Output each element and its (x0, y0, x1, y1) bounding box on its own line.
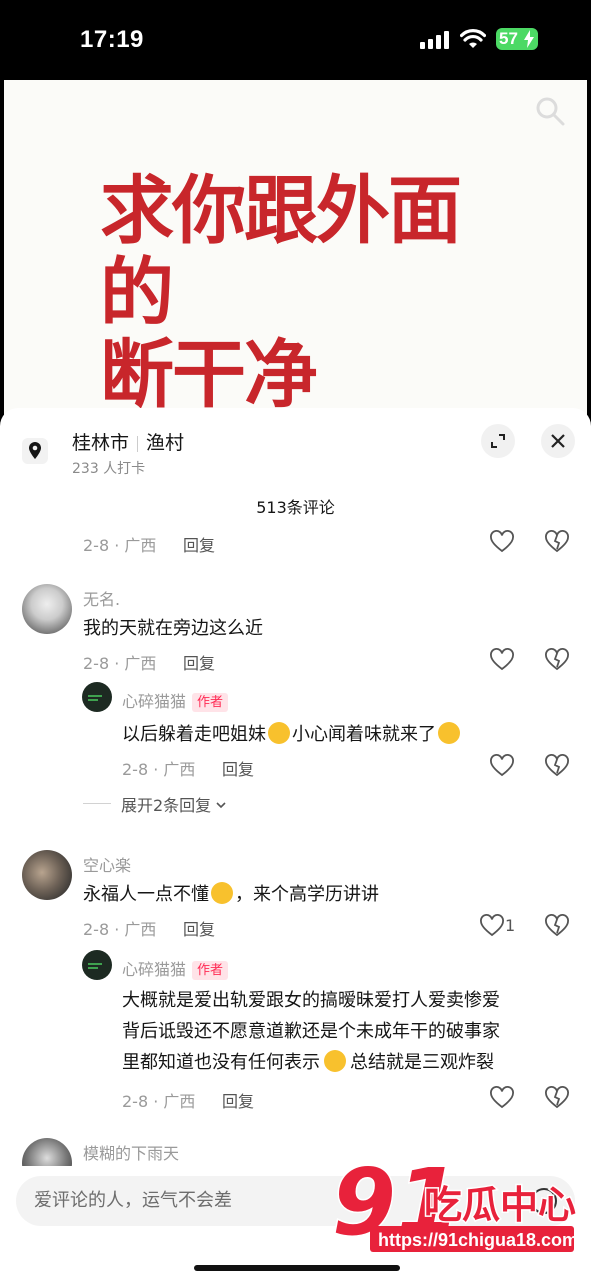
video-caption-line: 求你跟外面的 (100, 168, 462, 336)
heart-icon[interactable] (489, 1086, 515, 1110)
commenter-name[interactable]: 空心楽 (83, 852, 131, 876)
comment-text-part: 总结就是三观炸裂 (350, 1052, 494, 1073)
status-time: 17:19 (80, 26, 144, 53)
like-count: 1 (505, 916, 516, 935)
comment-text-part: 小心闻着味就来了 (292, 724, 436, 745)
divider (83, 803, 111, 804)
divider (137, 435, 139, 452)
grimacing-emoji-icon (211, 882, 233, 904)
rofl-emoji-icon (324, 1050, 346, 1072)
heart-icon[interactable] (479, 914, 505, 938)
video-caption: 求你跟外面的 断干净 (100, 170, 520, 416)
avatar[interactable] (22, 850, 72, 900)
battery-level: 57 (499, 29, 518, 48)
heart-icon[interactable] (489, 648, 515, 672)
expand-replies-label: 展开2条回复 (121, 796, 212, 815)
comment-text-part: 永福人一点不懂 (83, 884, 209, 905)
avatar[interactable] (22, 584, 72, 634)
comment-meta: 2-8 · 广西 (122, 1092, 196, 1111)
search-icon[interactable] (535, 96, 565, 126)
commenter-name[interactable]: 心碎猫猫 作者 (122, 688, 229, 712)
expand-button[interactable] (481, 424, 515, 458)
broken-heart-icon[interactable] (544, 914, 570, 938)
commenter-name[interactable]: 无名. (83, 586, 120, 610)
avatar[interactable] (82, 682, 112, 712)
expand-icon (491, 434, 505, 448)
close-icon (551, 434, 565, 448)
video-caption-line: 断干净 (100, 332, 318, 418)
wifi-icon (460, 29, 486, 48)
reply-button[interactable]: 回复 (183, 916, 215, 940)
close-button[interactable] (541, 424, 575, 458)
author-badge: 作者 (192, 961, 229, 980)
broken-heart-icon[interactable] (544, 530, 570, 554)
location-title[interactable]: 桂林市 渔村 (72, 428, 184, 455)
heart-icon[interactable] (489, 754, 515, 778)
fearful-face-emoji-icon (438, 722, 460, 744)
reply-button[interactable]: 回复 (222, 756, 254, 780)
comment-meta: 2-8 · 广西 (122, 760, 196, 779)
comment-text-line: 大概就是爱出轨爱跟女的搞暧昧爱打人爱卖惨爱 (122, 990, 500, 1011)
author-name: 心碎猫猫 (122, 960, 187, 979)
comment-meta: 2-8 · 广西 (83, 654, 157, 673)
broken-heart-icon[interactable] (544, 648, 570, 672)
comment-text[interactable]: 永福人一点不懂 ，来个高学历讲讲 (83, 879, 379, 910)
heart-icon[interactable] (489, 530, 515, 554)
location-checkins: 233 人打卡 (72, 461, 146, 477)
comment-text-line: 里都知道也没有任何表示 总结就是三观炸裂 (122, 1047, 500, 1078)
signal-icon (420, 31, 450, 49)
comment-count: 513条评论 (256, 498, 335, 517)
avatar[interactable] (22, 1138, 72, 1166)
author-name: 心碎猫猫 (122, 692, 187, 711)
comment-text-part: ，来个高学历讲讲 (235, 884, 379, 905)
comment-text-part: 里都知道也没有任何表示 (122, 1052, 320, 1073)
status-bar: 17:19 57 (0, 0, 591, 80)
comment-meta: 2-8 · 广西 (83, 536, 157, 555)
commenter-name[interactable]: 心碎猫猫 作者 (122, 956, 229, 980)
home-indicator (194, 1265, 400, 1271)
reply-button[interactable]: 回复 (183, 532, 215, 556)
location-pin-icon[interactable] (22, 438, 48, 464)
comment-text[interactable]: 大概就是爱出轨爱跟女的搞暧昧爱打人爱卖惨爱 背后诋毁还不愿意道歉还是个未成年干的… (122, 985, 500, 1078)
video-player[interactable]: 求你跟外面的 断干净 (4, 80, 587, 420)
watermark-brand: 吃瓜中心 (424, 1183, 576, 1227)
reply-button[interactable]: 回复 (183, 650, 215, 674)
watermark-url: https://91chigua18.com (378, 1230, 578, 1250)
chevron-down-icon (216, 802, 226, 809)
commenter-name[interactable]: 模糊的下雨天 (83, 1140, 179, 1164)
charging-bolt-icon (524, 30, 534, 48)
author-badge: 作者 (192, 693, 229, 712)
comment-text-line: 背后诋毁还不愿意道歉还是个未成年干的破事家 (122, 1021, 500, 1042)
comment-input-placeholder: 爱评论的人，运气不会差 (34, 1190, 232, 1211)
broken-heart-icon[interactable] (544, 1086, 570, 1110)
location-place: 渔村 (146, 432, 185, 454)
expand-replies-button[interactable]: 展开2条回复 (121, 792, 227, 816)
location-city: 桂林市 (72, 432, 130, 454)
comment-text[interactable]: 我的天就在旁边这么近 (83, 613, 263, 644)
reply-button[interactable]: 回复 (222, 1088, 254, 1112)
sweat-smile-emoji-icon (268, 722, 290, 744)
broken-heart-icon[interactable] (544, 754, 570, 778)
comment-list[interactable]: 2-8 · 广西 回复 无名. 我的天就在旁边这么近 2-8 · 广西 回复 心… (0, 524, 591, 1166)
battery-icon: 57 (496, 28, 538, 50)
comment-text-part: 以后躲着走吧姐妹 (122, 724, 266, 745)
comment-text[interactable]: 以后躲着走吧姐妹 小心闻着味就来了 (122, 719, 462, 750)
watermark-logo: 91 吃瓜中心 https://91chigua18.com (332, 1150, 578, 1256)
comment-meta: 2-8 · 广西 (83, 920, 157, 939)
avatar[interactable] (82, 950, 112, 980)
